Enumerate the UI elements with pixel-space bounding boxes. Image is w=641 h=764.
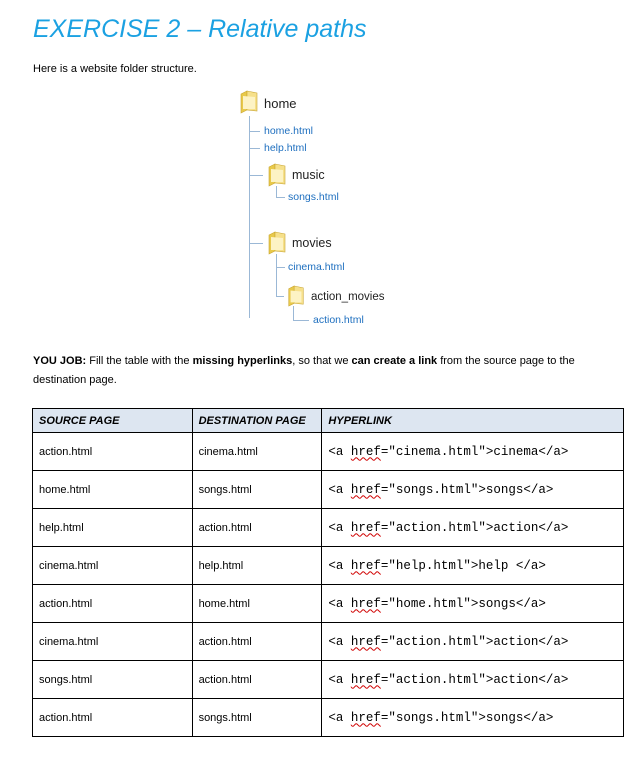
hyperlink-table: SOURCE PAGE DESTINATION PAGE HYPERLINK a… bbox=[32, 408, 624, 737]
table-row: help.html action.html <a href="action.ht… bbox=[32, 508, 624, 547]
file-help-html: help.html bbox=[264, 142, 307, 154]
folder-label-action-movies: action_movies bbox=[311, 291, 385, 303]
source-cell: home.html bbox=[32, 470, 193, 509]
instructions-label: YOU JOB: bbox=[33, 355, 87, 367]
table-header-row: SOURCE PAGE DESTINATION PAGE HYPERLINK bbox=[32, 408, 624, 433]
source-cell: songs.html bbox=[32, 660, 193, 699]
file-cinema-html: cinema.html bbox=[288, 261, 345, 273]
destination-cell: action.html bbox=[191, 660, 323, 699]
source-cell: action.html bbox=[32, 698, 193, 737]
folder-label-home: home bbox=[264, 96, 297, 111]
header-destination-page: DESTINATION PAGE bbox=[191, 408, 323, 433]
hyperlink-cell: <a href="action.html">action</a> bbox=[321, 660, 624, 699]
hyperlink-cell: <a href="action.html">action</a> bbox=[321, 508, 624, 547]
destination-cell: help.html bbox=[191, 546, 323, 585]
destination-cell: action.html bbox=[191, 508, 323, 547]
source-cell: cinema.html bbox=[32, 546, 193, 585]
source-cell: cinema.html bbox=[32, 622, 193, 661]
folder-label-music: music bbox=[292, 168, 325, 182]
hyperlink-cell: <a href="help.html">help </a> bbox=[321, 546, 624, 585]
destination-cell: cinema.html bbox=[191, 432, 323, 471]
destination-cell: action.html bbox=[191, 622, 323, 661]
hyperlink-cell: <a href="action.html">action</a> bbox=[321, 622, 624, 661]
header-hyperlink: HYPERLINK bbox=[321, 408, 624, 433]
hyperlink-cell: <a href="cinema.html">cinema</a> bbox=[321, 432, 624, 471]
destination-cell: songs.html bbox=[191, 698, 323, 737]
table-row: action.html home.html <a href="home.html… bbox=[32, 584, 624, 623]
header-source-page: SOURCE PAGE bbox=[32, 408, 193, 433]
table-row: songs.html action.html <a href="action.h… bbox=[32, 660, 624, 699]
hyperlink-cell: <a href="songs.html">songs</a> bbox=[321, 470, 624, 509]
table-row: home.html songs.html <a href="songs.html… bbox=[32, 470, 624, 509]
hyperlink-cell: <a href="songs.html">songs</a> bbox=[321, 698, 624, 737]
folder-label-movies: movies bbox=[292, 236, 332, 250]
source-cell: action.html bbox=[32, 432, 193, 471]
folder-icon bbox=[288, 285, 304, 307]
table-row: cinema.html help.html <a href="help.html… bbox=[32, 546, 624, 585]
file-action-html: action.html bbox=[313, 314, 364, 326]
source-cell: action.html bbox=[32, 584, 193, 623]
file-home-html: home.html bbox=[264, 125, 314, 137]
hyperlink-cell: <a href="home.html">songs</a> bbox=[321, 584, 624, 623]
source-cell: help.html bbox=[32, 508, 193, 547]
folder-icon bbox=[268, 231, 286, 255]
file-songs-html: songs.html bbox=[288, 191, 339, 203]
folder-tree: home home.html help.html music songs.htm… bbox=[0, 0, 641, 340]
folder-icon bbox=[240, 90, 258, 114]
table-row: action.html cinema.html <a href="cinema.… bbox=[32, 432, 624, 471]
destination-cell: home.html bbox=[191, 584, 323, 623]
table-row: cinema.html action.html <a href="action.… bbox=[32, 622, 624, 661]
folder-icon bbox=[268, 163, 286, 187]
table-row: action.html songs.html <a href="songs.ht… bbox=[32, 698, 624, 737]
destination-cell: songs.html bbox=[191, 470, 323, 509]
instructions: YOU JOB: Fill the table with the missing… bbox=[33, 355, 575, 386]
